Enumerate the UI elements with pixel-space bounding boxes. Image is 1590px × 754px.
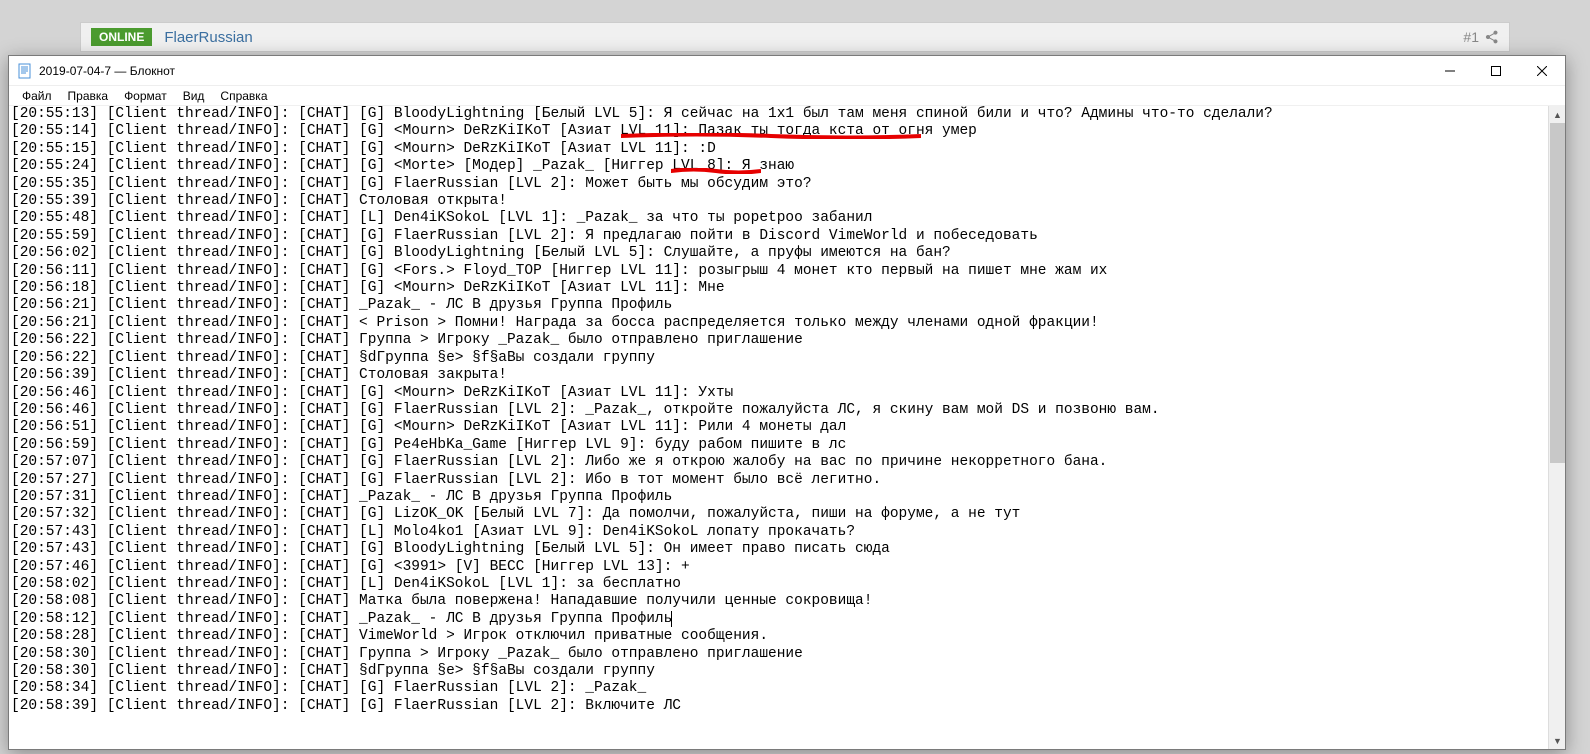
log-line: [20:58:12] [Client thread/INFO]: [CHAT] … — [11, 611, 1546, 628]
log-line: [20:56:59] [Client thread/INFO]: [CHAT] … — [11, 437, 1546, 454]
log-line: [20:57:43] [Client thread/INFO]: [CHAT] … — [11, 524, 1546, 541]
online-badge: ONLINE — [91, 28, 152, 46]
log-line: [20:56:22] [Client thread/INFO]: [CHAT] … — [11, 332, 1546, 349]
log-line: [20:58:08] [Client thread/INFO]: [CHAT] … — [11, 593, 1546, 610]
scroll-up-button[interactable]: ▲ — [1549, 106, 1565, 123]
log-line: [20:56:22] [Client thread/INFO]: [CHAT] … — [11, 350, 1546, 367]
log-line: [20:56:39] [Client thread/INFO]: [CHAT] … — [11, 367, 1546, 384]
log-line: [20:58:02] [Client thread/INFO]: [CHAT] … — [11, 576, 1546, 593]
log-line: [20:56:02] [Client thread/INFO]: [CHAT] … — [11, 245, 1546, 262]
post-number-text[interactable]: #1 — [1463, 29, 1479, 45]
forum-username-link[interactable]: FlaerRussian — [164, 29, 252, 46]
titlebar[interactable]: 2019-07-04-7 — Блокнот — [9, 56, 1565, 86]
log-line: [20:57:46] [Client thread/INFO]: [CHAT] … — [11, 559, 1546, 576]
log-line: [20:58:28] [Client thread/INFO]: [CHAT] … — [11, 628, 1546, 645]
log-line: [20:56:21] [Client thread/INFO]: [CHAT] … — [11, 315, 1546, 332]
log-line: [20:56:18] [Client thread/INFO]: [CHAT] … — [11, 280, 1546, 297]
log-line: [20:55:14] [Client thread/INFO]: [CHAT] … — [11, 123, 1546, 140]
log-line: [20:57:31] [Client thread/INFO]: [CHAT] … — [11, 489, 1546, 506]
window-controls — [1427, 56, 1565, 86]
log-line: [20:55:15] [Client thread/INFO]: [CHAT] … — [11, 141, 1546, 158]
menu-format[interactable]: Формат — [117, 87, 174, 105]
log-line: [20:55:35] [Client thread/INFO]: [CHAT] … — [11, 176, 1546, 193]
text-caret — [671, 611, 672, 627]
menubar: Файл Правка Формат Вид Справка — [9, 86, 1565, 106]
log-line: [20:55:24] [Client thread/INFO]: [CHAT] … — [11, 158, 1546, 175]
log-line: [20:58:34] [Client thread/INFO]: [CHAT] … — [11, 680, 1546, 697]
vertical-scrollbar[interactable]: ▲ ▼ — [1548, 106, 1565, 749]
close-icon — [1537, 66, 1547, 76]
post-number: #1 — [1463, 29, 1499, 45]
log-line: [20:56:21] [Client thread/INFO]: [CHAT] … — [11, 297, 1546, 314]
log-line: [20:57:43] [Client thread/INFO]: [CHAT] … — [11, 541, 1546, 558]
editor-area: [20:55:13] [Client thread/INFO]: [CHAT] … — [9, 106, 1565, 749]
log-line: [20:58:30] [Client thread/INFO]: [CHAT] … — [11, 663, 1546, 680]
forum-background: ONLINE FlaerRussian #1 — [0, 0, 1590, 55]
log-line: [20:57:32] [Client thread/INFO]: [CHAT] … — [11, 506, 1546, 523]
menu-edit[interactable]: Правка — [61, 87, 116, 105]
log-line: [20:56:51] [Client thread/INFO]: [CHAT] … — [11, 419, 1546, 436]
log-line: [20:57:27] [Client thread/INFO]: [CHAT] … — [11, 472, 1546, 489]
text-editor[interactable]: [20:55:13] [Client thread/INFO]: [CHAT] … — [9, 106, 1548, 749]
log-line: [20:55:59] [Client thread/INFO]: [CHAT] … — [11, 228, 1546, 245]
minimize-icon — [1445, 66, 1455, 76]
minimize-button[interactable] — [1427, 56, 1473, 86]
share-icon[interactable] — [1485, 30, 1499, 44]
close-button[interactable] — [1519, 56, 1565, 86]
maximize-icon — [1491, 66, 1501, 76]
menu-view[interactable]: Вид — [176, 87, 212, 105]
log-line: [20:58:30] [Client thread/INFO]: [CHAT] … — [11, 646, 1546, 663]
log-line: [20:56:46] [Client thread/INFO]: [CHAT] … — [11, 402, 1546, 419]
log-line: [20:55:39] [Client thread/INFO]: [CHAT] … — [11, 193, 1546, 210]
log-line: [20:55:48] [Client thread/INFO]: [CHAT] … — [11, 210, 1546, 227]
maximize-button[interactable] — [1473, 56, 1519, 86]
log-line: [20:55:13] [Client thread/INFO]: [CHAT] … — [11, 106, 1546, 123]
log-line: [20:56:11] [Client thread/INFO]: [CHAT] … — [11, 263, 1546, 280]
log-line: [20:57:07] [Client thread/INFO]: [CHAT] … — [11, 454, 1546, 471]
menu-file[interactable]: Файл — [15, 87, 59, 105]
forum-post-header: ONLINE FlaerRussian #1 — [80, 22, 1510, 52]
notepad-window: 2019-07-04-7 — Блокнот Файл Правка Форма… — [8, 55, 1566, 750]
notepad-app-icon — [17, 63, 33, 79]
log-line: [20:58:39] [Client thread/INFO]: [CHAT] … — [11, 698, 1546, 715]
log-line: [20:56:46] [Client thread/INFO]: [CHAT] … — [11, 385, 1546, 402]
window-title: 2019-07-04-7 — Блокнот — [39, 64, 175, 78]
scroll-thumb[interactable] — [1550, 123, 1565, 463]
scroll-down-button[interactable]: ▼ — [1549, 732, 1565, 749]
menu-help[interactable]: Справка — [213, 87, 274, 105]
